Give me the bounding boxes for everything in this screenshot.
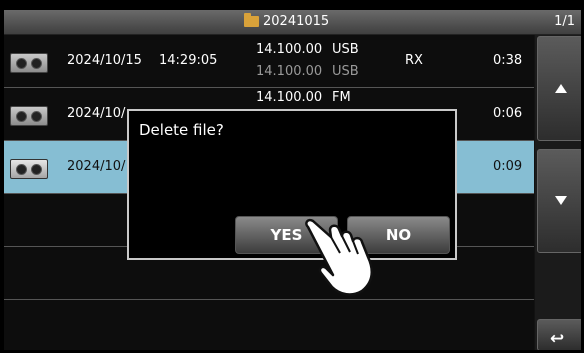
file-time: 14:29:05: [159, 53, 218, 68]
page-indicator: 1/1: [554, 14, 575, 29]
scroll-down-button[interactable]: [537, 149, 581, 253]
file-frequency: 14.100.00: [256, 42, 323, 57]
tape-icon: [10, 53, 48, 73]
tape-icon: [10, 106, 48, 126]
file-frequency: 14.100.00: [256, 90, 323, 105]
file-duration: 0:06: [493, 106, 523, 121]
empty-row: [4, 300, 534, 350]
triangle-up-icon: [555, 84, 567, 93]
file-status: RX: [405, 53, 423, 68]
return-arrow-icon: ↩: [550, 329, 565, 349]
side-button-panel: ↩: [535, 35, 581, 350]
folder-name: 20241015: [263, 14, 330, 29]
file-mode: USB: [332, 42, 359, 57]
triangle-down-icon: [555, 196, 567, 205]
back-button[interactable]: ↩: [537, 319, 581, 350]
pointing-hand-icon: [305, 218, 374, 296]
file-mode-secondary: USB: [332, 64, 359, 79]
device-bezel: 20241015 1/1 2024/10/15 14:29:05 14.100.…: [0, 0, 584, 353]
file-date: 2024/10/15: [67, 53, 142, 68]
file-frequency-secondary: 14.100.00: [256, 64, 323, 79]
file-date: 2024/10/: [67, 159, 126, 174]
file-duration: 0:38: [493, 53, 523, 68]
scroll-up-button[interactable]: [537, 36, 581, 141]
delete-confirm-dialog: Delete file? YES NO: [127, 109, 457, 260]
title-bar: 20241015 1/1: [4, 10, 581, 35]
tape-icon: [10, 159, 48, 179]
file-date: 2024/10/: [67, 106, 126, 121]
file-row[interactable]: 2024/10/15 14:29:05 14.100.00 USB 14.100…: [4, 35, 534, 88]
file-duration: 0:09: [493, 159, 523, 174]
folder-title: 20241015: [244, 13, 330, 29]
dialog-message: Delete file?: [139, 121, 224, 139]
folder-icon: [244, 13, 259, 27]
touch-screen: 20241015 1/1 2024/10/15 14:29:05 14.100.…: [4, 10, 581, 350]
file-mode: FM: [332, 90, 351, 105]
